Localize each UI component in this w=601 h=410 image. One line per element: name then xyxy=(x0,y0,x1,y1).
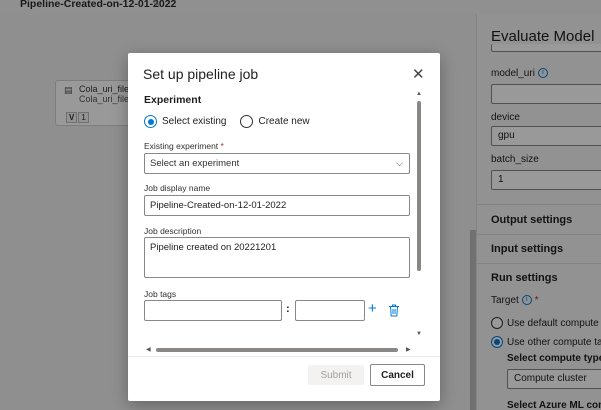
scroll-right-arrow-icon[interactable]: ▶ xyxy=(406,346,411,353)
setup-pipeline-dialog: Set up pipeline job ✕ Experiment Select … xyxy=(128,53,440,401)
job-display-name-input[interactable]: Pipeline-Created-on-12-01-2022 xyxy=(144,195,410,216)
scroll-down-arrow-icon[interactable]: ▼ xyxy=(416,331,422,337)
delete-icon[interactable] xyxy=(388,304,400,317)
dialog-body: Experiment Select existing Create new Ex… xyxy=(128,91,440,349)
radio-circle-selected[interactable] xyxy=(144,115,157,128)
scrollbar-thumb[interactable] xyxy=(156,348,398,352)
tag-separator: : xyxy=(286,303,290,315)
job-description-label: Job description xyxy=(144,226,202,236)
dialog-vertical-scrollbar[interactable] xyxy=(417,93,421,323)
experiment-section-heading: Experiment xyxy=(144,94,202,106)
existing-experiment-label: Existing experiment * xyxy=(144,141,224,151)
experiment-radio-group: Select existing Create new xyxy=(144,115,310,128)
job-display-name-label: Job display name xyxy=(144,183,211,193)
dialog-horizontal-scrollbar[interactable] xyxy=(144,347,414,352)
tag-key-input[interactable] xyxy=(144,300,282,321)
select-existing-radio[interactable]: Select existing xyxy=(144,115,226,128)
scrollbar-thumb[interactable] xyxy=(417,101,421,271)
footer-divider xyxy=(128,356,440,357)
close-icon[interactable]: ✕ xyxy=(412,65,425,83)
chevron-down-icon: ⌵ xyxy=(396,158,403,168)
submit-button[interactable]: Submit xyxy=(308,365,364,385)
job-tags-label: Job tags xyxy=(144,289,177,299)
dialog-title: Set up pipeline job xyxy=(143,66,259,82)
tag-value-input[interactable] xyxy=(295,300,365,321)
add-icon[interactable]: + xyxy=(368,300,377,317)
create-new-radio[interactable]: Create new xyxy=(240,115,310,128)
radio-circle[interactable] xyxy=(240,115,254,128)
required-mark: * xyxy=(220,141,224,151)
experiment-select[interactable]: Select an experiment ⌵ xyxy=(144,153,410,174)
job-description-textarea[interactable]: Pipeline created on 20221201 xyxy=(144,237,410,278)
cancel-button[interactable]: Cancel xyxy=(370,364,425,386)
